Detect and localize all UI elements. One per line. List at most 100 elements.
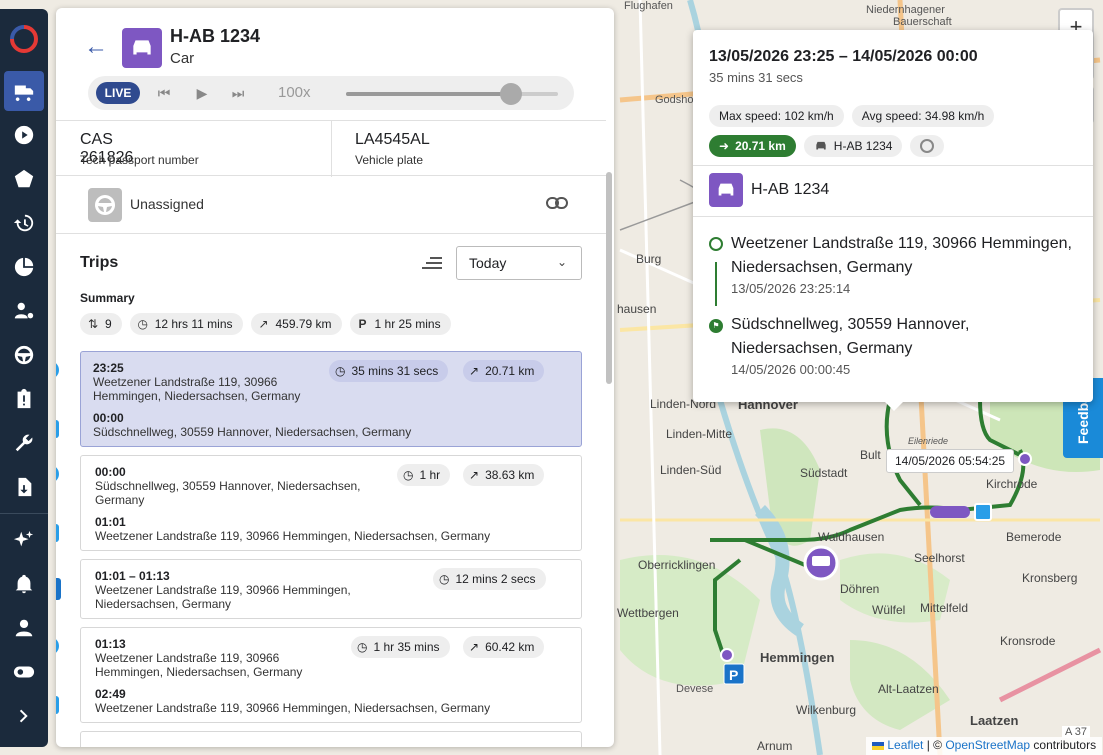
back-arrow-icon[interactable]: ←: [84, 35, 108, 60]
playback-speed[interactable]: 100x: [278, 84, 311, 101]
tech-passport-label: Tech passport number: [80, 153, 199, 167]
map-label: Flughafen: [624, 0, 673, 12]
trip-start-address: Weetzener Landstraße 119, 30966 Hemminge…: [95, 651, 303, 679]
link-icon[interactable]: [546, 196, 568, 215]
map-label: Godsho: [655, 94, 694, 106]
route-icon: ⇅: [87, 317, 99, 331]
nav-player[interactable]: [4, 115, 44, 155]
vehicle-icon: [709, 173, 743, 207]
period-select[interactable]: Today ⌄: [456, 246, 582, 280]
steering-wheel-icon: [14, 345, 34, 365]
trip-start-address: Südschnellweg, 30559 Hannover, Niedersac…: [95, 479, 361, 507]
map-label: Seelhorst: [914, 551, 965, 565]
parking-icon: P: [56, 578, 61, 600]
toggle-settings-icon: [13, 666, 35, 678]
playback-slider[interactable]: [346, 83, 558, 105]
duration-value: 12 hrs 11 mins: [154, 317, 233, 331]
map-label: Wilkenburg: [796, 703, 857, 717]
app-logo[interactable]: [0, 9, 48, 69]
driver-name: Unassigned: [130, 196, 204, 212]
live-button[interactable]: LIVE: [96, 82, 140, 104]
parking-item[interactable]: P 01:01 – 01:13 Weetzener Landstraße 119…: [56, 559, 582, 619]
driver-chip: [910, 135, 945, 157]
clock-icon: ◷: [357, 640, 368, 654]
vehicle-panel: ← H-AB 1234 Car LIVE ⏮ ▶ ⏭ 100x CAS 2618…: [56, 8, 614, 747]
trip-item[interactable]: 23:25 Weetzener Landstraße 119, 30966 He…: [56, 351, 582, 447]
popup-start-time: 13/05/2026 23:25:14: [731, 281, 851, 296]
trip-end-time: 00:00: [93, 411, 124, 425]
vehicle-type: Car: [170, 50, 195, 67]
trend-icon: ↗: [469, 468, 480, 482]
trip-end-address: Weetzener Landstraße 119, 30966 Hemminge…: [95, 529, 491, 543]
map-label: hausen: [617, 302, 657, 316]
ukraine-flag-icon: [872, 741, 884, 750]
attribution-tail: contributors: [1030, 738, 1097, 752]
nav-history[interactable]: [4, 203, 44, 243]
logo-icon: [10, 25, 38, 53]
nav-ai[interactable]: [4, 520, 44, 560]
trip-duration: 35 mins 31 secs: [351, 364, 439, 378]
nav-geofences[interactable]: [4, 159, 44, 199]
osm-link[interactable]: OpenStreetMap: [945, 738, 1030, 752]
parking-chip: P 1 hr 25 mins: [349, 313, 451, 335]
nav-drivers[interactable]: [4, 291, 44, 331]
sort-icon[interactable]: [420, 254, 442, 272]
trip-distance: 60.42 km: [485, 640, 535, 654]
trip-item[interactable]: 01:13 Weetzener Landstraße 119, 30966 He…: [56, 627, 582, 723]
nav-reports[interactable]: [4, 247, 44, 287]
nav-maintenance[interactable]: [4, 423, 44, 463]
trip-duration-chip: ◷ 1 hr: [397, 464, 451, 486]
trip-end-time: 02:49: [95, 687, 126, 701]
steering-wheel-icon: [920, 139, 935, 153]
clipboard-alert-icon: [17, 388, 31, 409]
map-attribution: Leaflet | © OpenStreetMap contributors: [866, 737, 1103, 755]
bell-icon: [15, 574, 33, 594]
parking-icon: P: [358, 317, 367, 331]
map-label: Bauerschaft: [893, 16, 952, 28]
trip-distance-chip: ↗ 20.71 km: [463, 360, 545, 382]
play-icon[interactable]: ▶: [192, 83, 212, 103]
trip-item[interactable]: [80, 731, 582, 747]
map-label: Alt-Laatzen: [878, 682, 939, 696]
trip-end-icon: [56, 524, 59, 542]
popup-end-address: Südschnellweg, 30559 Hannover, Niedersac…: [731, 316, 970, 357]
skip-end-icon[interactable]: ⏭: [228, 83, 248, 103]
nav-driving[interactable]: [4, 335, 44, 375]
slider-fill: [346, 92, 512, 96]
trip-count-value: 9: [105, 317, 112, 331]
vehicle-plate-label: Vehicle plate: [355, 153, 424, 167]
trip-start-time: 23:25: [93, 361, 124, 375]
arrow-right-icon: ➜: [719, 139, 730, 153]
skip-start-icon[interactable]: ⏮: [154, 83, 174, 103]
nav-vehicles[interactable]: [4, 71, 44, 111]
slider-knob[interactable]: [500, 83, 523, 105]
map-label: Südstadt: [800, 466, 848, 480]
trip-distance-chip: ↗ 60.42 km: [463, 636, 545, 658]
period-value: Today: [469, 255, 507, 271]
map-label: Kronsrode: [1000, 634, 1056, 648]
map-label: Kirchrode: [986, 477, 1038, 491]
leaflet-link[interactable]: Leaflet: [887, 738, 923, 752]
trend-icon: ↗: [258, 317, 269, 331]
user-icon: [15, 619, 33, 637]
map-label: Bemerode: [1006, 530, 1062, 544]
map-label: Bult: [860, 448, 881, 462]
scrollbar[interactable]: [606, 172, 612, 384]
nav-documents[interactable]: [4, 467, 44, 507]
nav-settings[interactable]: [4, 652, 44, 692]
duration-chip: ◷ 12 hrs 11 mins: [129, 313, 243, 335]
user-settings-icon: [14, 302, 34, 319]
parking-duration-chip: ◷ 12 mins 2 secs: [433, 568, 546, 590]
trip-item[interactable]: 00:00 Südschnellweg, 30559 Hannover, Nie…: [56, 455, 582, 551]
trip-start-time: 01:13: [95, 637, 126, 651]
nav-notifications[interactable]: [4, 564, 44, 604]
parking-duration: 12 mins 2 secs: [455, 572, 536, 586]
chevron-right-icon: [19, 709, 28, 723]
summary-label: Summary: [80, 291, 135, 305]
nav-expand[interactable]: [4, 696, 44, 736]
nav-profile[interactable]: [4, 608, 44, 648]
car-icon: [816, 141, 826, 150]
trip-start-icon: [56, 361, 59, 379]
map-label: Wettbergen: [617, 606, 679, 620]
nav-tasks[interactable]: [4, 379, 44, 419]
